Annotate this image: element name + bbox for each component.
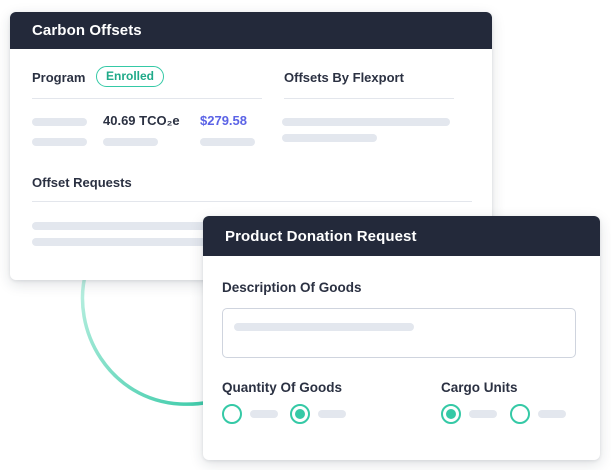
program-divider [32,98,262,99]
product-donation-card: Product Donation Request Description Of … [203,216,600,460]
placeholder-bar [234,323,414,331]
placeholder-bar [282,134,377,142]
product-donation-title: Product Donation Request [225,227,417,245]
offset-requests-divider [32,201,472,202]
cargo-units-label: Cargo Units [441,380,518,395]
program-label: Program [32,70,86,85]
product-donation-header: Product Donation Request [203,216,600,256]
cargo-option-radio-1[interactable] [441,404,461,424]
emissions-value: 40.69 TCO₂e [103,113,180,128]
offset-requests-label: Offset Requests [32,175,132,190]
placeholder-bar [538,410,566,418]
placeholder-bar [282,118,450,126]
quantity-option-radio-1[interactable] [222,404,242,424]
offsets-by-flexport-label: Offsets By Flexport [284,70,404,85]
offsets-divider [284,98,454,99]
placeholder-bar [32,118,87,126]
placeholder-bar [469,410,497,418]
placeholder-bar [250,410,278,418]
cost-value: $279.58 [200,113,247,128]
description-of-goods-label: Description Of Goods [222,280,362,295]
description-input[interactable] [222,308,576,358]
enrolled-status-badge: Enrolled [96,66,165,87]
placeholder-bar [32,222,207,230]
placeholder-bar [32,238,207,246]
quantity-of-goods-label: Quantity Of Goods [222,380,342,395]
placeholder-bar [103,138,158,146]
placeholder-bar [318,410,346,418]
carbon-offsets-title: Carbon Offsets [32,22,142,39]
placeholder-bar [32,138,87,146]
carbon-offsets-header: Carbon Offsets [10,12,492,49]
cargo-option-radio-2[interactable] [510,404,530,424]
stage: Carbon Offsets Program Enrolled Offsets … [0,0,611,470]
placeholder-bar [200,138,255,146]
quantity-option-radio-2[interactable] [290,404,310,424]
